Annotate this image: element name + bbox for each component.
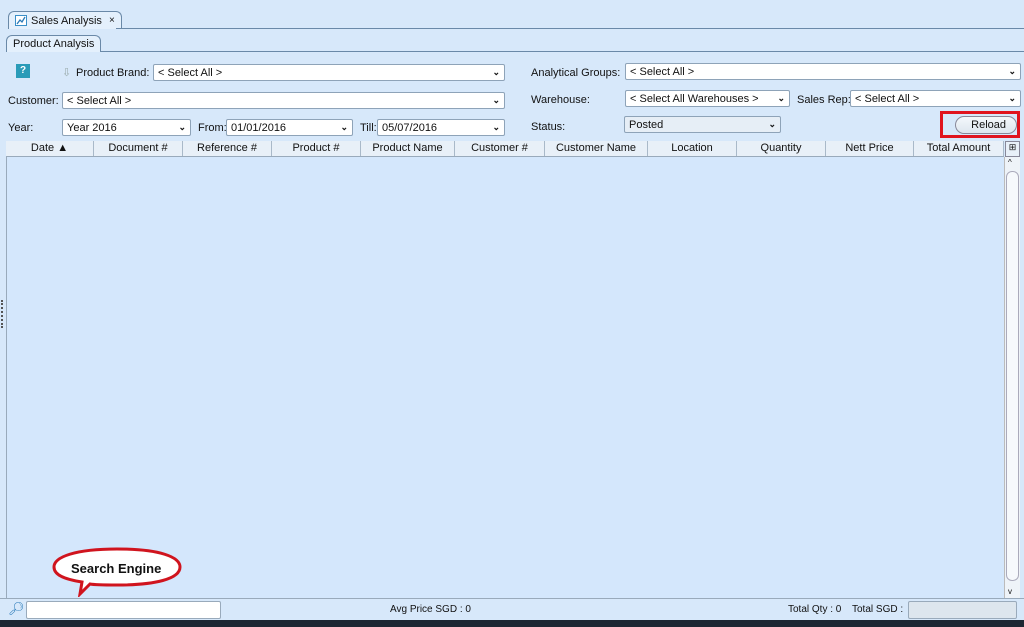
column-header[interactable]: Nett Price	[826, 141, 914, 156]
resize-handle[interactable]	[1, 300, 4, 328]
help-icon[interactable]: ?	[16, 64, 30, 78]
year-label: Year:	[8, 122, 34, 134]
select-value: < Select All >	[855, 92, 920, 105]
product-brand-select[interactable]: < Select All > ⌄	[153, 64, 505, 81]
table-header: Date ▲ Document # Reference # Product # Prod…	[6, 141, 1004, 157]
chevron-down-icon: ⌄	[492, 67, 500, 77]
search-icon: 🔎︎	[8, 601, 25, 616]
total-sgd-label: Total SGD :	[852, 604, 904, 615]
search-input[interactable]	[26, 601, 221, 619]
chevron-down-icon: ⌄	[492, 122, 500, 132]
close-icon[interactable]: ×	[109, 15, 115, 26]
column-header[interactable]: Document #	[94, 141, 183, 156]
column-header[interactable]: Total Amount	[914, 141, 1004, 156]
data-grid	[6, 157, 1004, 598]
reload-label: Reload	[971, 119, 1006, 131]
year-select[interactable]: Year 2016 ⌄	[62, 119, 191, 136]
status-select[interactable]: Posted ⌄	[624, 116, 781, 133]
sales-rep-label: Sales Rep:	[797, 94, 851, 106]
chevron-down-icon: ⌄	[492, 95, 500, 105]
analytical-groups-select[interactable]: < Select All > ⌄	[625, 63, 1021, 80]
chart-icon	[15, 15, 27, 26]
column-header[interactable]: Product #	[272, 141, 361, 156]
arrow-down-icon: ⇩	[62, 67, 72, 79]
from-label: From:	[198, 122, 227, 134]
analytical-groups-label: Analytical Groups:	[531, 67, 621, 79]
search-engine-annotation: Search Engine	[71, 561, 162, 576]
reload-button[interactable]: Reload	[955, 116, 1017, 134]
select-value: Year 2016	[67, 121, 117, 134]
scrollbar-thumb[interactable]	[1006, 171, 1019, 581]
till-label: Till:	[360, 122, 377, 134]
chevron-down-icon: ⌄	[777, 93, 785, 103]
select-value: < Select All >	[630, 65, 695, 78]
chevron-down-icon: ⌄	[340, 122, 348, 132]
taskbar-strip	[0, 620, 1024, 627]
warehouse-label: Warehouse:	[531, 94, 590, 106]
status-label: Status:	[531, 121, 566, 133]
chevron-down-icon: ⌄	[1008, 93, 1016, 103]
column-header[interactable]: Date ▲	[6, 141, 94, 156]
column-header[interactable]: Customer Name	[545, 141, 648, 156]
chevron-down-icon: ⌄	[768, 119, 776, 129]
select-value: < Select All >	[67, 94, 132, 107]
column-header[interactable]: Reference #	[183, 141, 272, 156]
select-value: 01/01/2016	[231, 121, 287, 134]
sales-rep-select[interactable]: < Select All > ⌄	[850, 90, 1021, 107]
column-header[interactable]: Product Name	[361, 141, 455, 156]
chevron-down-icon: ⌄	[1008, 66, 1016, 76]
scroll-up-icon[interactable]: ^	[1008, 158, 1012, 167]
vertical-scrollbar[interactable]: v ^	[1004, 157, 1020, 598]
status-bar: 🔎︎ Avg Price SGD : 0 Total Qty : 0 Total…	[0, 598, 1024, 620]
from-date-select[interactable]: 01/01/2016 ⌄	[226, 119, 353, 136]
column-header[interactable]: Customer #	[455, 141, 545, 156]
total-sgd-field	[908, 601, 1017, 619]
select-value: < Select All Warehouses >	[630, 92, 759, 105]
scroll-down-icon[interactable]: v	[1008, 587, 1012, 596]
warehouse-select[interactable]: < Select All Warehouses > ⌄	[625, 90, 790, 107]
customer-select[interactable]: < Select All > ⌄	[62, 92, 505, 109]
tab-label: Product Analysis	[13, 38, 95, 50]
tab-sales-analysis[interactable]: Sales Analysis ×	[8, 11, 122, 29]
column-header[interactable]: Quantity	[737, 141, 826, 156]
total-qty: Total Qty : 0	[788, 604, 842, 615]
column-header[interactable]: Location	[648, 141, 737, 156]
chevron-down-icon: ⌄	[178, 122, 186, 132]
column-chooser-icon[interactable]: ⊞	[1005, 141, 1020, 157]
select-value: Posted	[629, 118, 664, 131]
till-date-select[interactable]: 05/07/2016 ⌄	[377, 119, 505, 136]
tab-label: Sales Analysis	[31, 14, 102, 27]
product-brand-label: Product Brand:	[76, 67, 150, 79]
customer-label: Customer:	[8, 95, 59, 107]
select-value: 05/07/2016	[382, 121, 438, 134]
avg-price: Avg Price SGD : 0	[390, 604, 471, 615]
select-value: < Select All >	[158, 66, 223, 79]
tab-product-analysis[interactable]: Product Analysis	[6, 35, 102, 52]
